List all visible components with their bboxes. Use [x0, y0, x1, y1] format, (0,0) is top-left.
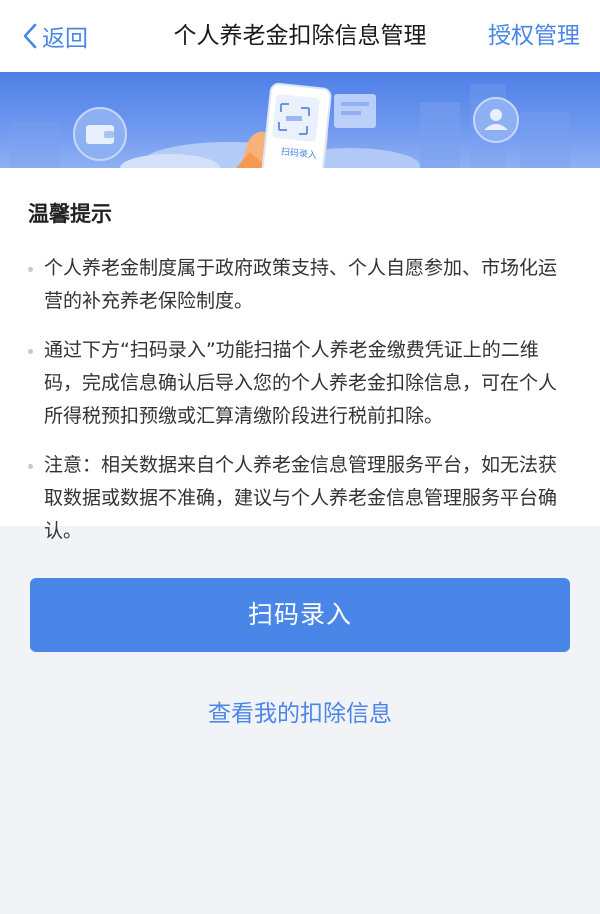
tip-text: 通过下方“扫码录入”功能扫描个人养老金缴费凭证上的二维码，完成信息确认后导入您的… — [44, 339, 558, 427]
wallet-icon — [73, 107, 127, 161]
authorization-management-button[interactable]: 授权管理 — [488, 0, 580, 72]
scan-entry-button[interactable]: 扫码录入 — [30, 578, 570, 652]
tip-text: 个人养老金制度属于政府政策支持、个人自愿参加、市场化运营的补充养老保险制度。 — [44, 257, 558, 312]
user-avatar-icon — [473, 97, 519, 143]
tips-title: 温馨提示 — [28, 202, 112, 226]
view-deduction-info-link[interactable]: 查看我的扣除信息 — [0, 694, 600, 728]
tip-item: 个人养老金制度属于政府政策支持、个人自愿参加、市场化运营的补充养老保险制度。 — [28, 252, 572, 318]
tip-text: 注意：相关数据来自个人养老金信息管理服务平台，如无法获取数据或数据不准确，建议与… — [44, 454, 558, 542]
bullet-icon — [28, 267, 33, 272]
back-button[interactable]: 返回 — [22, 0, 88, 72]
bullet-icon — [28, 464, 33, 469]
bullet-icon — [28, 349, 33, 354]
tip-item: 通过下方“扫码录入”功能扫描个人养老金缴费凭证上的二维码，完成信息确认后导入您的… — [28, 334, 572, 433]
actions-area: 扫码录入 查看我的扣除信息 — [0, 526, 600, 728]
tips-card: 温馨提示 个人养老金制度属于政府政策支持、个人自愿参加、市场化运营的补充养老保险… — [0, 168, 600, 542]
banner: 扫码录入 — [0, 72, 600, 168]
nav-bar: 返回 个人养老金扣除信息管理 授权管理 — [0, 0, 600, 72]
phone-illustration: 扫码录入 — [260, 82, 332, 168]
chevron-left-icon — [23, 23, 37, 49]
banner-illustration: 扫码录入 — [10, 82, 570, 168]
back-label: 返回 — [42, 26, 88, 52]
tip-item: 注意：相关数据来自个人养老金信息管理服务平台，如无法获取数据或数据不准确，建议与… — [28, 449, 572, 548]
